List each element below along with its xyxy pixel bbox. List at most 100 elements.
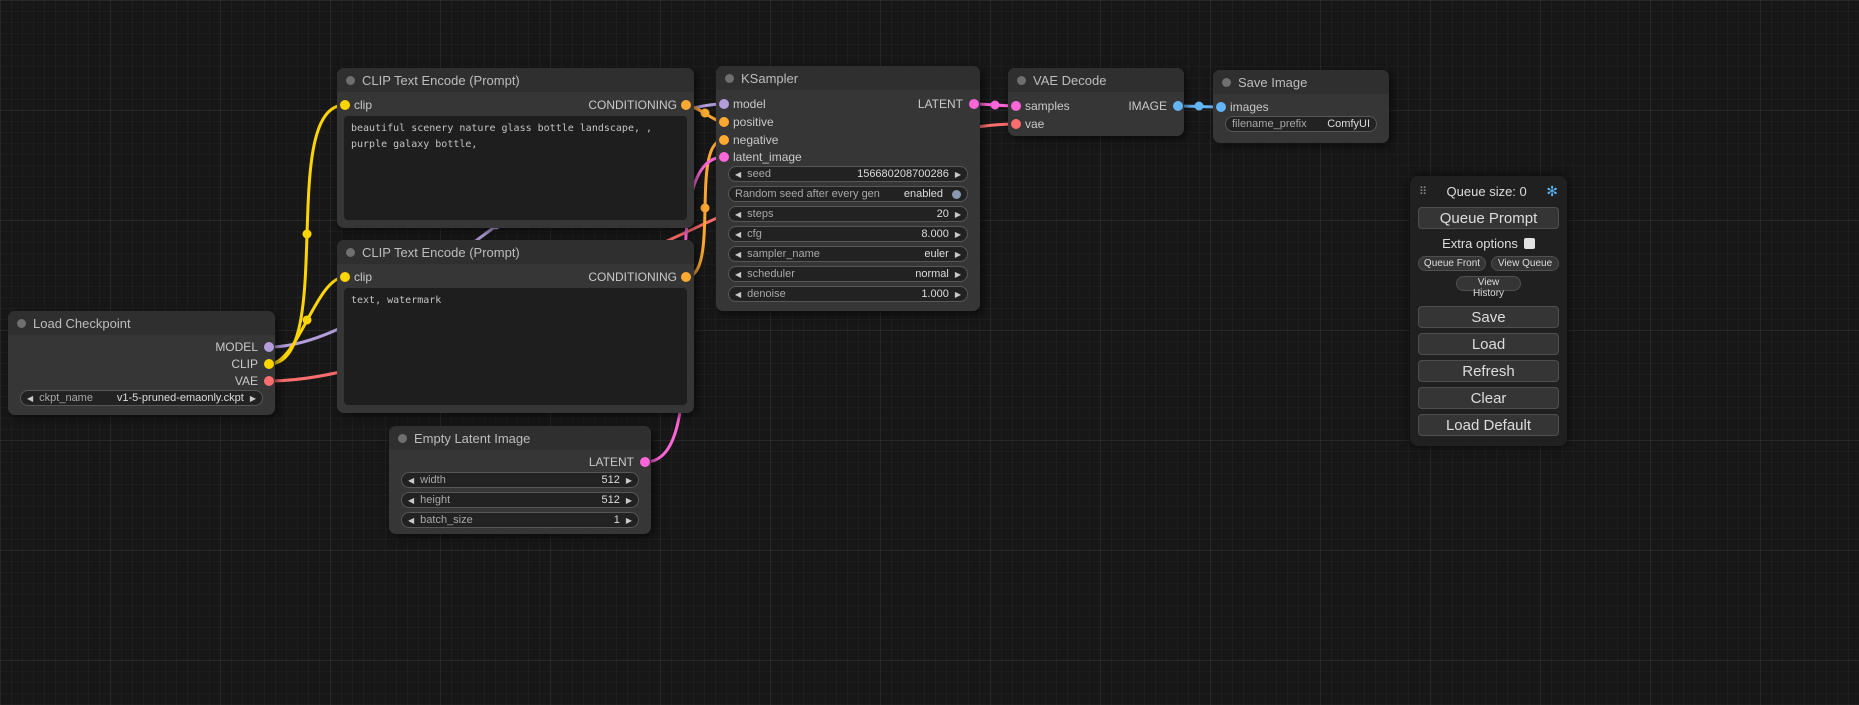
next-value-icon[interactable]: ▶ <box>626 493 632 508</box>
node-clip-text-encode-positive[interactable]: CLIP Text Encode (Prompt) clip CONDITION… <box>337 68 694 228</box>
input-slot-clip[interactable] <box>340 272 350 282</box>
collapse-dot-icon[interactable] <box>1222 78 1231 87</box>
wire-dot-conditioning-positive <box>701 109 710 118</box>
node-title: Save Image <box>1238 75 1307 90</box>
node-header[interactable]: Empty Latent Image <box>389 426 651 450</box>
node-title: Empty Latent Image <box>414 431 530 446</box>
widget-label: denoise <box>747 288 786 300</box>
batch-size-widget[interactable]: ◀ batch_size 1 ▶ <box>401 512 639 528</box>
queue-front-button[interactable]: Queue Front <box>1418 256 1486 271</box>
widget-value: v1-5-pruned-emaonly.ckpt <box>117 392 244 404</box>
input-slot-latent-image[interactable] <box>719 152 729 162</box>
node-load-checkpoint[interactable]: Load Checkpoint MODEL CLIP VAE ◀ ckpt_na… <box>8 311 275 415</box>
extra-options-checkbox[interactable] <box>1524 238 1535 249</box>
input-slot-images[interactable] <box>1216 102 1226 112</box>
filename-prefix-widget[interactable]: filename_prefix ComfyUI <box>1225 116 1377 132</box>
next-value-icon[interactable]: ▶ <box>955 267 961 282</box>
widget-value: 156680208700286 <box>857 168 949 180</box>
output-slot-image[interactable] <box>1173 101 1183 111</box>
input-label-negative: negative <box>733 133 778 147</box>
ckpt-name-widget[interactable]: ◀ ckpt_name v1-5-pruned-emaonly.ckpt ▶ <box>20 390 263 406</box>
input-slot-vae[interactable] <box>1011 119 1021 129</box>
next-value-icon[interactable]: ▶ <box>250 391 256 406</box>
negative-prompt-input[interactable]: text, watermark <box>344 288 687 405</box>
collapse-dot-icon[interactable] <box>346 248 355 257</box>
prev-value-icon[interactable]: ◀ <box>735 227 741 242</box>
next-value-icon[interactable]: ▶ <box>626 473 632 488</box>
load-default-button[interactable]: Load Default <box>1418 414 1559 436</box>
load-button[interactable]: Load <box>1418 333 1559 355</box>
node-clip-text-encode-negative[interactable]: CLIP Text Encode (Prompt) clip CONDITION… <box>337 240 694 413</box>
input-slot-positive[interactable] <box>719 117 729 127</box>
scheduler-widget[interactable]: ◀ scheduler normal ▶ <box>728 266 968 282</box>
prev-value-icon[interactable]: ◀ <box>408 473 414 488</box>
prev-value-icon[interactable]: ◀ <box>735 167 741 182</box>
widget-value: ComfyUI <box>1327 118 1370 130</box>
denoise-widget[interactable]: ◀ denoise 1.000 ▶ <box>728 286 968 302</box>
prev-value-icon[interactable]: ◀ <box>408 493 414 508</box>
extra-options-label: Extra options <box>1442 236 1518 251</box>
output-slot-model[interactable] <box>264 342 274 352</box>
node-header[interactable]: CLIP Text Encode (Prompt) <box>337 68 694 92</box>
output-slot-conditioning[interactable] <box>681 100 691 110</box>
input-label-images: images <box>1230 100 1269 114</box>
clear-button[interactable]: Clear <box>1418 387 1559 409</box>
collapse-dot-icon[interactable] <box>725 74 734 83</box>
positive-prompt-input[interactable]: beautiful scenery nature glass bottle la… <box>344 116 687 220</box>
output-label-clip: CLIP <box>231 357 258 371</box>
node-header[interactable]: Save Image <box>1213 70 1389 94</box>
prev-value-icon[interactable]: ◀ <box>735 247 741 262</box>
random-seed-toggle-widget[interactable]: Random seed after every gen enabled <box>728 186 968 202</box>
input-slot-samples[interactable] <box>1011 101 1021 111</box>
sampler-name-widget[interactable]: ◀ sampler_name euler ▶ <box>728 246 968 262</box>
collapse-dot-icon[interactable] <box>398 434 407 443</box>
node-ksampler[interactable]: KSampler model positive negative latent_… <box>716 66 980 311</box>
drag-handle-icon[interactable]: ⠿ <box>1419 185 1427 198</box>
input-slot-model[interactable] <box>719 99 729 109</box>
refresh-button[interactable]: Refresh <box>1418 360 1559 382</box>
prev-value-icon[interactable]: ◀ <box>408 513 414 528</box>
settings-gear-icon[interactable]: ✻ <box>1546 183 1558 200</box>
widget-value: 1.000 <box>921 288 949 300</box>
node-header[interactable]: KSampler <box>716 66 980 90</box>
widget-value: 512 <box>601 474 619 486</box>
save-button[interactable]: Save <box>1418 306 1559 328</box>
next-value-icon[interactable]: ▶ <box>955 167 961 182</box>
input-slot-negative[interactable] <box>719 135 729 145</box>
queue-prompt-button[interactable]: Queue Prompt <box>1418 207 1559 229</box>
collapse-dot-icon[interactable] <box>17 319 26 328</box>
node-header[interactable]: CLIP Text Encode (Prompt) <box>337 240 694 264</box>
output-slot-vae[interactable] <box>264 376 274 386</box>
output-slot-conditioning[interactable] <box>681 272 691 282</box>
width-widget[interactable]: ◀ width 512 ▶ <box>401 472 639 488</box>
view-history-button[interactable]: View History <box>1456 276 1521 291</box>
next-value-icon[interactable]: ▶ <box>626 513 632 528</box>
node-graph-canvas[interactable]: Load Checkpoint MODEL CLIP VAE ◀ ckpt_na… <box>0 0 1859 705</box>
next-value-icon[interactable]: ▶ <box>955 227 961 242</box>
node-save-image[interactable]: Save Image images filename_prefix ComfyU… <box>1213 70 1389 143</box>
toggle-knob-icon[interactable] <box>952 190 961 199</box>
collapse-dot-icon[interactable] <box>346 76 355 85</box>
prev-value-icon[interactable]: ◀ <box>27 391 33 406</box>
height-widget[interactable]: ◀ height 512 ▶ <box>401 492 639 508</box>
next-value-icon[interactable]: ▶ <box>955 207 961 222</box>
seed-widget[interactable]: ◀ seed 156680208700286 ▶ <box>728 166 968 182</box>
node-vae-decode[interactable]: VAE Decode samples vae IMAGE <box>1008 68 1184 136</box>
prev-value-icon[interactable]: ◀ <box>735 207 741 222</box>
output-slot-latent[interactable] <box>969 99 979 109</box>
next-value-icon[interactable]: ▶ <box>955 287 961 302</box>
output-slot-clip[interactable] <box>264 359 274 369</box>
node-header[interactable]: Load Checkpoint <box>8 311 275 335</box>
collapse-dot-icon[interactable] <box>1017 76 1026 85</box>
node-header[interactable]: VAE Decode <box>1008 68 1184 92</box>
input-slot-clip[interactable] <box>340 100 350 110</box>
view-queue-button[interactable]: View Queue <box>1491 256 1559 271</box>
steps-widget[interactable]: ◀ steps 20 ▶ <box>728 206 968 222</box>
next-value-icon[interactable]: ▶ <box>955 247 961 262</box>
prev-value-icon[interactable]: ◀ <box>735 267 741 282</box>
node-empty-latent-image[interactable]: Empty Latent Image LATENT ◀ width 512 ▶ … <box>389 426 651 534</box>
output-slot-latent[interactable] <box>640 457 650 467</box>
widget-value: euler <box>924 248 948 260</box>
cfg-widget[interactable]: ◀ cfg 8.000 ▶ <box>728 226 968 242</box>
prev-value-icon[interactable]: ◀ <box>735 287 741 302</box>
